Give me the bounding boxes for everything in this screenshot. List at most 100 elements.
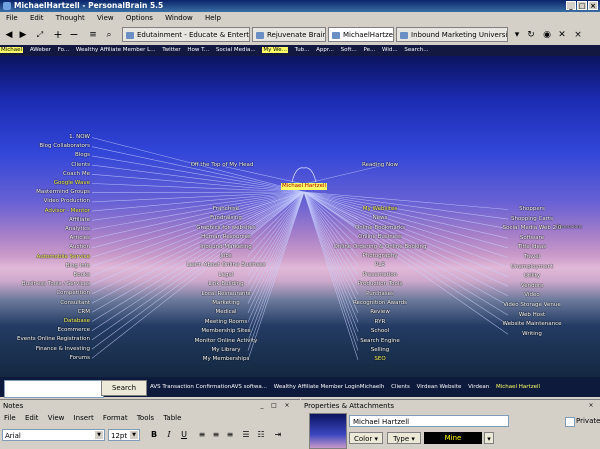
align-center-icon[interactable]: ≡	[210, 429, 222, 441]
menu-edit[interactable]: Edit	[30, 14, 44, 22]
child-thought[interactable]: Search Engine	[360, 338, 400, 345]
chevron-down-icon[interactable]: ▾	[484, 432, 494, 444]
remove-thought-icon[interactable]: −	[68, 28, 80, 42]
child-thought[interactable]: Meeting Rooms	[205, 319, 247, 326]
pin-item[interactable]: Soft...	[341, 47, 357, 53]
child-thought[interactable]: Franchise	[213, 206, 239, 213]
recent-item[interactable]: Clients	[391, 384, 410, 390]
child-thought[interactable]: Medical	[215, 309, 236, 316]
pin-item[interactable]: How T...	[187, 47, 209, 53]
properties-close-icon[interactable]: ×	[587, 402, 595, 410]
font-size-select[interactable]: 12pt ▼	[108, 429, 140, 441]
minimize-button[interactable]: _	[566, 1, 576, 10]
child-thought[interactable]: Events Online Registration	[17, 336, 90, 343]
child-thought[interactable]: PLR	[375, 262, 385, 269]
child-thought[interactable]: Local Restaurants	[202, 291, 251, 298]
close-tab-icon[interactable]: ×	[572, 28, 584, 42]
menu-help[interactable]: Help	[205, 14, 221, 22]
child-thought[interactable]: Writing	[522, 331, 542, 338]
italic-button[interactable]: I	[163, 429, 175, 441]
child-thought[interactable]: CRM	[78, 309, 90, 316]
search-button[interactable]: Search	[101, 380, 147, 396]
type-dropdown[interactable]: Type ▾	[387, 432, 421, 444]
child-thought[interactable]: Membership Sites	[201, 328, 250, 335]
child-thought[interactable]: Title Ideas	[518, 244, 546, 251]
child-thought[interactable]: Business Tools / Services	[22, 281, 90, 288]
pin-item[interactable]: Tub...	[295, 47, 310, 53]
child-thought[interactable]: Fundraising	[210, 215, 242, 222]
pin-item[interactable]: Search...	[404, 47, 428, 53]
child-thought[interactable]: News	[373, 215, 388, 222]
maximize-button[interactable]: □	[577, 1, 587, 10]
color-dropdown[interactable]: Color ▾	[349, 432, 383, 444]
child-thought[interactable]: Books	[73, 272, 90, 279]
child-thought[interactable]: RYR	[375, 319, 386, 326]
child-thought[interactable]: 1. NOW	[69, 134, 90, 141]
font-select[interactable]: Arial ▼	[2, 429, 105, 441]
thought-name-field[interactable]: Michael Hartzell	[349, 415, 509, 427]
pin-item[interactable]: Wid...	[382, 47, 398, 53]
notes-menu-format[interactable]: Format	[103, 414, 128, 422]
child-thought[interactable]: Purchases	[366, 291, 394, 298]
child-thought[interactable]: Utility	[524, 273, 540, 280]
web-icon[interactable]: ◉	[541, 28, 553, 42]
child-thought[interactable]: Blogs	[75, 152, 90, 159]
tools-icon[interactable]: ✕	[556, 28, 568, 42]
close-button[interactable]: ×	[588, 1, 598, 10]
add-thought-icon[interactable]: +	[52, 28, 64, 42]
child-thought[interactable]: Affiliate	[69, 217, 90, 224]
pin-item[interactable]: Twitter	[162, 47, 180, 53]
notes-close-icon[interactable]: ×	[283, 402, 291, 410]
pin-item[interactable]: Pe...	[364, 47, 376, 53]
pin-item[interactable]: Fo...	[58, 47, 69, 53]
child-thought[interactable]: Online Ordering & Online Booking	[333, 244, 426, 251]
child-thought[interactable]: Clients	[71, 162, 90, 169]
notes-menu-insert[interactable]: Insert	[74, 414, 94, 422]
search-icon[interactable]: ⌕	[103, 28, 115, 42]
menu-window[interactable]: Window	[165, 14, 193, 22]
child-thought[interactable]: Unemployment	[511, 264, 553, 271]
child-thought[interactable]: Link Building	[208, 281, 243, 288]
child-thought[interactable]: Travel	[524, 254, 540, 261]
pin-item[interactable]: Appr...	[316, 47, 334, 53]
pin-item[interactable]: My We...	[262, 47, 288, 53]
child-thought[interactable]: Monitor Online Activity	[195, 338, 258, 345]
child-thought[interactable]: Ecommerce	[57, 327, 90, 334]
child-thought[interactable]: My Library	[212, 347, 241, 354]
notes-menu-table[interactable]: Table	[163, 414, 181, 422]
menu-thought[interactable]: Thought	[56, 14, 85, 22]
recent-item[interactable]: Wealthy Affiliate Member LoginMichaelh	[274, 384, 385, 390]
child-thought[interactable]: Legal	[219, 272, 234, 279]
child-thought[interactable]: Review	[370, 309, 390, 316]
child-thought[interactable]: Analytics	[65, 226, 90, 233]
sync-icon[interactable]: ↻	[525, 28, 537, 42]
child-thought[interactable]: Human Resources	[201, 234, 251, 241]
child-thought[interactable]: Software	[520, 235, 544, 242]
child-thought[interactable]: Auction	[69, 244, 90, 251]
forward-icon[interactable]: ▶	[17, 28, 29, 42]
central-thought[interactable]: Michael Hartzell	[280, 183, 328, 190]
thought-thumbnail[interactable]	[309, 413, 347, 449]
indent-icon[interactable]: ⇥	[272, 429, 284, 441]
menu-lines-icon[interactable]: ≡	[87, 28, 99, 42]
back-icon[interactable]: ◀	[3, 28, 15, 42]
thought-type-value[interactable]: Mine	[424, 432, 482, 444]
child-thought[interactable]: My Memberships	[203, 356, 250, 363]
bullet-list-icon[interactable]: ☰	[240, 429, 252, 441]
child-thought[interactable]: Learn About Online Business	[187, 262, 266, 269]
child-thought[interactable]: Web Host	[519, 312, 545, 319]
tab-michaelhartzell[interactable]: MichaelHartzell	[328, 27, 394, 42]
child-thought[interactable]: Google Wave	[54, 180, 90, 187]
plex-area[interactable]: Off the Top of My Head Reading Now Micha…	[0, 56, 600, 377]
bold-button[interactable]: B	[148, 429, 160, 441]
child-thought[interactable]: Shopping Carts	[511, 216, 553, 223]
child-thought[interactable]: Shoppers	[519, 206, 545, 213]
child-thought[interactable]: Database	[64, 318, 90, 325]
tab-rejuvenate-brain[interactable]: Rejuvenate Brain	[252, 27, 326, 42]
search-input[interactable]	[4, 380, 104, 398]
parent-thought[interactable]: Off the Top of My Head	[191, 162, 254, 169]
pin-item[interactable]: Social Media...	[216, 47, 256, 53]
child-thought[interactable]: Finance & Investing	[36, 346, 90, 353]
notes-maximize-icon[interactable]: □	[270, 402, 278, 410]
notes-menu-view[interactable]: View	[48, 414, 65, 422]
